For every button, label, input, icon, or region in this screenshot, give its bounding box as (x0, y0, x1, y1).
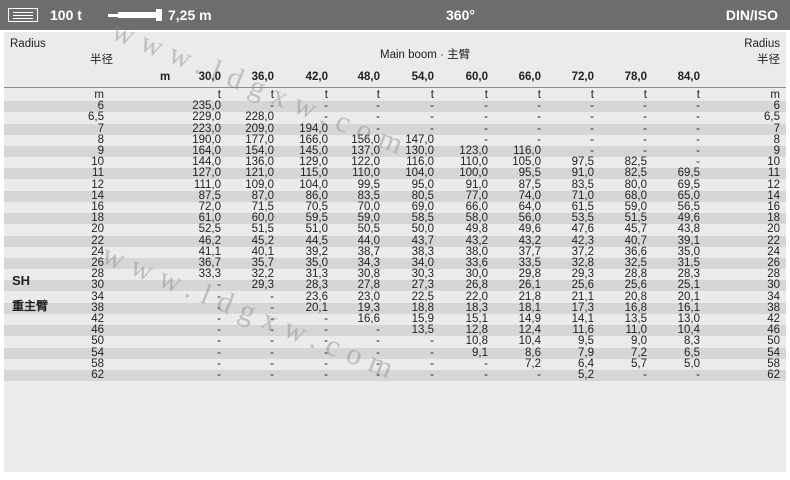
boom-length-col-6: 66,0 (518, 71, 541, 83)
load-cell: - (376, 369, 380, 381)
boom-length-col-8: 78,0 (624, 71, 647, 83)
radius-cell-right: 62 (767, 369, 780, 381)
radius-label-right-cn: 半径 (757, 54, 780, 66)
boom-length-col-0: 30,0 (198, 71, 221, 83)
boom-length-col-3: 48,0 (357, 71, 380, 83)
counterweight-value: 100 t (50, 7, 82, 23)
slewing-angle: 360° (446, 7, 475, 23)
header-separator (4, 87, 786, 88)
boom-length-col-7: 72,0 (571, 71, 594, 83)
boom-length-col-1: 36,0 (251, 71, 274, 83)
config-label-en: SH (12, 273, 31, 288)
top-bar: 100 t 7,25 m 360° DIN/ISO (0, 0, 790, 30)
radius-label-left-cn: 半径 (90, 54, 113, 66)
radius-cell: 62 (91, 369, 104, 381)
load-chart-panel: Radius 半径 Main boom · 主臂 Radius 半径 m 30,… (4, 32, 786, 472)
radius-label-right: Radius (744, 38, 780, 50)
main-boom-title: Main boom · 主臂 (380, 49, 471, 61)
standard-label: DIN/ISO (725, 7, 778, 23)
boom-length-col-9: 84,0 (677, 71, 700, 83)
load-cell: 5,2 (578, 369, 594, 381)
boom-length-unit: m (160, 71, 171, 83)
load-cell: - (537, 369, 541, 381)
boom-length-col-2: 42,0 (305, 71, 328, 83)
load-cell: - (430, 369, 434, 381)
table-row: 62 - - - - - - - 5,2 - - 62 (4, 369, 786, 381)
menu-icon[interactable] (8, 8, 38, 22)
boom-length-value: 7,25 m (168, 7, 212, 23)
load-cell: - (643, 369, 647, 381)
load-cell: - (696, 369, 700, 381)
load-cell: - (270, 369, 274, 381)
radius-label-left: Radius (10, 38, 46, 50)
load-cell: - (324, 369, 328, 381)
config-label-cn: 重主臂 (12, 299, 49, 313)
boom-icon (108, 9, 162, 21)
boom-length-col-5: 60,0 (465, 71, 488, 83)
load-cell: - (484, 369, 488, 381)
load-cell: - (217, 369, 221, 381)
boom-length-col-4: 54,0 (411, 71, 434, 83)
